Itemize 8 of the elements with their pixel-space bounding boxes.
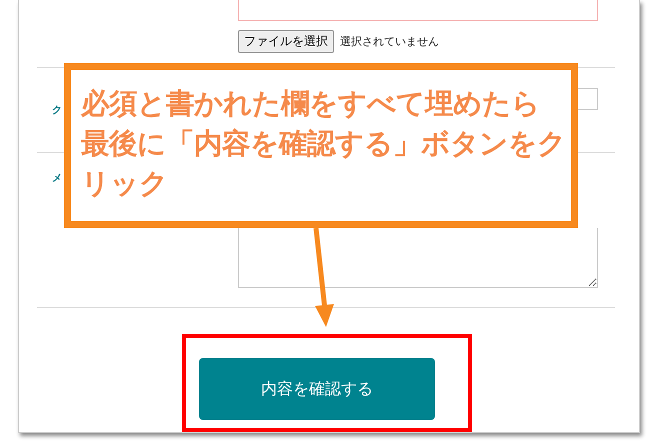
memo-textarea[interactable] (238, 228, 598, 288)
file-status: 選択されていません (340, 34, 439, 48)
choose-file-button[interactable]: ファイルを選択 (238, 30, 334, 52)
memo-label: メ (52, 172, 62, 185)
coupon-label: ク (52, 104, 62, 117)
confirm-button[interactable]: 内容を確認する (199, 358, 435, 420)
callout-text: 必須と書かれた欄をすべて埋めたら (81, 86, 541, 122)
callout-text: 最後に「内容を確認する」ボタンをクリック (81, 126, 567, 202)
